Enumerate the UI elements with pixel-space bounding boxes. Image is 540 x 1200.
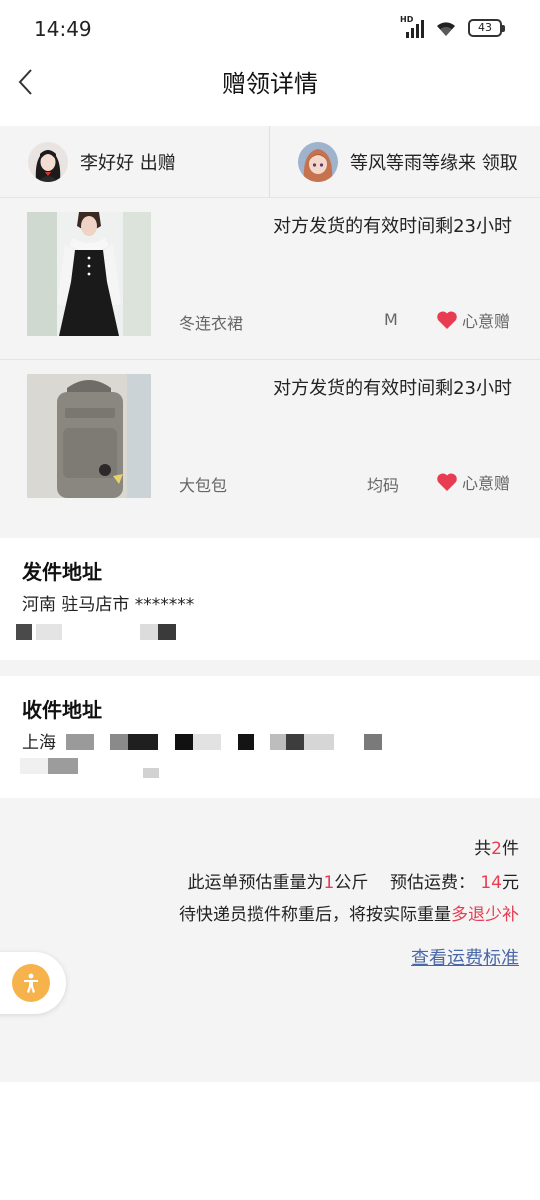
item-image bbox=[27, 374, 151, 498]
ship-deadline: 对方发货的有效时间剩23小时 bbox=[273, 378, 512, 399]
avatar bbox=[298, 142, 338, 182]
avatar bbox=[28, 142, 68, 182]
gift-type-badge: 心意赠 bbox=[436, 470, 510, 494]
heart-icon bbox=[437, 311, 457, 329]
heart-icon bbox=[437, 473, 457, 491]
recipient-address-card: 收件地址 上海 bbox=[0, 676, 540, 798]
sender-address-card: 发件地址 河南 驻马店市 ******* bbox=[0, 538, 540, 660]
battery-icon: 43 bbox=[468, 19, 505, 37]
gift-type-label: 心意赠 bbox=[462, 312, 511, 331]
gift-item[interactable]: 对方发货的有效时间剩23小时 大包包 均码 心意赠 bbox=[0, 360, 540, 522]
item-size: 均码 bbox=[367, 476, 400, 495]
sender-address-line: 河南 驻马店市 ******* bbox=[22, 595, 195, 615]
parties-row: 李好好 出赠 等风等雨等缘来 领取 bbox=[0, 126, 540, 198]
item-size: M bbox=[384, 310, 398, 329]
receiver[interactable]: 等风等雨等缘来 领取 bbox=[298, 126, 518, 198]
item-name: 大包包 bbox=[179, 476, 228, 495]
item-image bbox=[27, 212, 151, 336]
status-time: 14:49 bbox=[34, 17, 92, 41]
weight-and-fee: 此运单预估重量为1公斤 预估运费： 14元 bbox=[187, 873, 520, 893]
wifi-icon bbox=[437, 22, 455, 36]
recipient-address-line: 上海 bbox=[22, 733, 56, 753]
fee-standard-link[interactable]: 查看运费标准 bbox=[411, 944, 519, 970]
sender-address-title: 发件地址 bbox=[22, 560, 102, 584]
refund-note: 待快递员揽件称重后，将按实际重量多退少补 bbox=[179, 905, 519, 925]
receiver-name: 等风等雨等缘来 领取 bbox=[350, 153, 518, 174]
giver-name: 李好好 出赠 bbox=[80, 153, 176, 174]
accessibility-icon[interactable] bbox=[12, 964, 50, 1002]
gift-item[interactable]: 对方发货的有效时间剩23小时 冬连衣裙 M 心意赠 bbox=[0, 198, 540, 360]
total-count: 共2件 bbox=[474, 839, 519, 859]
ship-deadline: 对方发货的有效时间剩23小时 bbox=[273, 216, 512, 237]
gift-type-label: 心意赠 bbox=[462, 474, 511, 493]
page-title: 赠领详情 bbox=[222, 70, 318, 98]
signal-icon: HD bbox=[400, 15, 424, 38]
item-name: 冬连衣裙 bbox=[179, 314, 244, 333]
divider bbox=[269, 126, 270, 198]
status-icons: HD 43 bbox=[400, 15, 505, 38]
status-bar: 14:49 HD 43 bbox=[0, 0, 540, 58]
giver[interactable]: 李好好 出赠 bbox=[28, 126, 176, 198]
recipient-address-title: 收件地址 bbox=[22, 698, 102, 722]
gift-type-badge: 心意赠 bbox=[436, 308, 510, 332]
nav-bar: 赠领详情 bbox=[0, 58, 540, 126]
network-type-label: HD bbox=[400, 15, 414, 24]
floating-accessibility-button[interactable] bbox=[0, 952, 66, 1014]
